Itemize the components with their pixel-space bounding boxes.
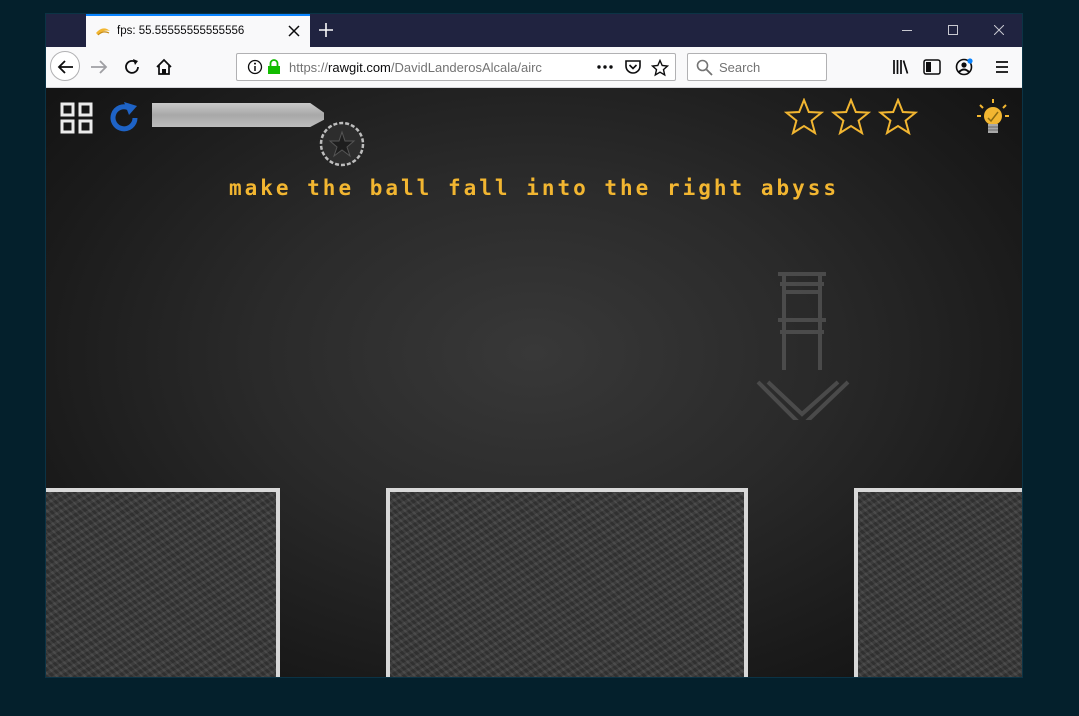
nav-bar: https://rawgit.com/DavidLanderosAlcala/a… (46, 47, 1022, 88)
maximize-icon (948, 25, 958, 35)
favicon-icon (96, 28, 110, 36)
page-actions-icon[interactable] (596, 60, 614, 74)
menu-icon[interactable] (992, 57, 1012, 77)
minimize-button[interactable] (884, 14, 930, 47)
account-icon[interactable] (954, 57, 974, 77)
ground-block-middle (386, 488, 748, 677)
bookmark-star-icon[interactable] (651, 59, 669, 77)
tab-close-icon[interactable] (288, 25, 300, 37)
game-canvas[interactable]: make the ball fall into the right abyss (46, 88, 1022, 677)
star-icon (784, 98, 824, 136)
home-icon[interactable] (154, 57, 174, 77)
search-icon (696, 59, 713, 76)
back-arrow-icon (57, 60, 73, 74)
ground-block-left (46, 488, 280, 677)
forward-arrow-icon[interactable] (89, 57, 109, 77)
down-arrow-icon (756, 272, 850, 420)
chalk-ledge (152, 103, 324, 127)
browser-window: fps: 55.55555555555556 https://rawgit.co… (46, 14, 1022, 677)
lock-icon[interactable] (267, 59, 281, 75)
tab-active[interactable]: fps: 55.55555555555556 (86, 14, 310, 47)
pocket-icon[interactable] (624, 59, 642, 75)
close-icon (994, 25, 1004, 35)
info-icon[interactable] (247, 59, 263, 75)
tab-bar: fps: 55.55555555555556 (46, 14, 1022, 47)
url-bar[interactable]: https://rawgit.com/DavidLanderosAlcala/a… (236, 53, 676, 81)
menu-grid-icon[interactable] (60, 102, 94, 134)
search-placeholder: Search (719, 60, 761, 75)
new-tab-icon[interactable] (318, 22, 334, 38)
url-host: rawgit.com (328, 60, 391, 75)
instruction-text: make the ball fall into the right abyss (228, 176, 840, 200)
chalk-ball[interactable] (318, 120, 366, 168)
back-button[interactable] (50, 51, 80, 81)
search-bar[interactable]: Search (687, 53, 827, 81)
url-path: /DavidLanderosAlcala/airc (390, 60, 542, 75)
star-icon (831, 98, 871, 136)
tab-title: fps: 55.55555555555556 (117, 25, 245, 37)
star-icon (878, 98, 918, 136)
url-prefix: https:// (289, 60, 329, 75)
hint-bulb-icon[interactable] (976, 98, 1010, 138)
close-window-button[interactable] (976, 14, 1022, 47)
reload-page-icon[interactable] (122, 57, 142, 77)
minimize-icon (902, 30, 912, 31)
library-icon[interactable] (891, 57, 911, 77)
maximize-button[interactable] (930, 14, 976, 47)
reload-icon[interactable] (107, 101, 141, 135)
ground-block-right (854, 488, 1022, 677)
url-text[interactable]: https://rawgit.com/DavidLanderosAlcala/a… (289, 60, 559, 75)
sidebar-icon[interactable] (922, 57, 942, 77)
